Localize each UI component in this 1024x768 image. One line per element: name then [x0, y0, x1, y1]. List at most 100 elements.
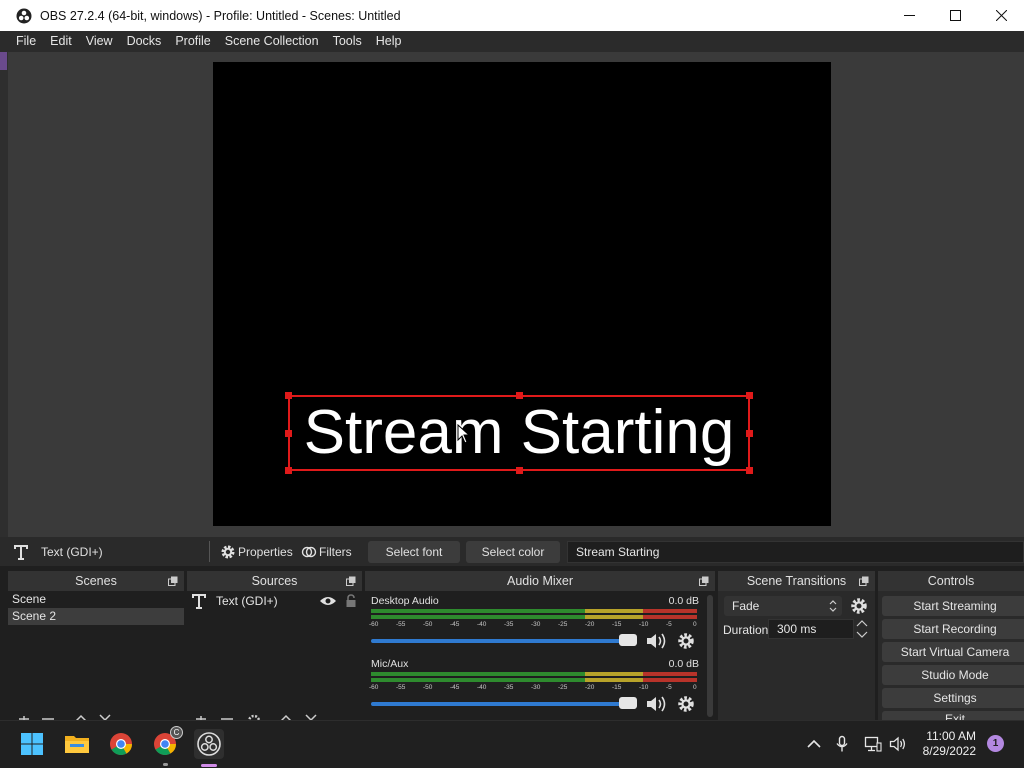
scene-item-scene[interactable]: Scene [8, 591, 184, 608]
sources-dock-header: Sources [187, 571, 362, 591]
tick: -50 [423, 684, 433, 691]
start-button[interactable] [17, 729, 47, 759]
mixer-channel-desktop-audio: Desktop Audio 0.0 dB -60 -55 -50 -45 -40… [369, 595, 705, 655]
settings-label: Settings [933, 691, 977, 705]
active-app-indicator [201, 764, 217, 767]
start-virtual-camera-label: Start Virtual Camera [900, 645, 1010, 659]
duration-input[interactable]: 300 ms [768, 619, 854, 639]
menu-docks[interactable]: Docks [120, 31, 169, 52]
menu-tools[interactable]: Tools [326, 31, 369, 52]
properties-button[interactable]: Properties [220, 540, 293, 563]
maximize-button[interactable] [932, 0, 978, 31]
tick: 0 [693, 684, 697, 691]
text-source-icon [14, 544, 28, 560]
chrome-profile-taskbar-button[interactable]: C [150, 726, 183, 766]
eye-visibility-icon[interactable] [319, 595, 337, 607]
volume-slider-handle[interactable] [619, 634, 637, 646]
system-clock[interactable]: 11:00 AM 8/29/2022 [923, 729, 976, 759]
menu-view[interactable]: View [79, 31, 120, 52]
undock-icon[interactable] [346, 576, 356, 586]
audio-mixer-dock-title: Audio Mixer [507, 574, 573, 588]
volume-slider[interactable] [371, 639, 633, 643]
undock-icon[interactable] [168, 576, 178, 586]
start-virtual-camera-button[interactable]: Start Virtual Camera [882, 642, 1024, 662]
resize-handle-top-left[interactable] [285, 392, 292, 399]
menu-help[interactable]: Help [369, 31, 409, 52]
menu-scene-collection[interactable]: Scene Collection [218, 31, 326, 52]
gear-icon[interactable] [677, 695, 695, 713]
transition-select[interactable]: Fade [724, 596, 842, 616]
windows-logo-icon [21, 733, 43, 755]
source-item-text-gdi[interactable]: Text (GDI+) [187, 591, 362, 610]
volume-slider[interactable] [371, 702, 633, 706]
resize-handle-top[interactable] [516, 392, 523, 399]
menu-file[interactable]: File [9, 31, 43, 52]
preview-canvas[interactable]: Stream Starting [213, 62, 831, 526]
select-color-button[interactable]: Select color [466, 541, 560, 563]
resize-handle-bottom-left[interactable] [285, 467, 292, 474]
mixer-scrollbar[interactable] [707, 595, 713, 717]
window-title: OBS 27.2.4 (64-bit, windows) - Profile: … [40, 8, 401, 23]
tick: 0 [693, 621, 697, 628]
preview-workspace: Stream Starting [0, 52, 1024, 537]
up-down-arrows-icon [829, 600, 837, 612]
duration-stepper-icon[interactable] [855, 618, 869, 640]
menu-edit[interactable]: Edit [43, 31, 79, 52]
windows-taskbar: C 11:00 AM 8/29/2022 [0, 720, 1024, 768]
start-streaming-button[interactable]: Start Streaming [882, 596, 1024, 616]
scenes-dock-header: Scenes [8, 571, 184, 591]
channel-db: 0.0 dB [668, 595, 699, 607]
studio-mode-button[interactable]: Studio Mode [882, 665, 1024, 685]
gear-icon [221, 545, 235, 558]
settings-button[interactable]: Settings [882, 688, 1024, 708]
tick: -30 [531, 684, 541, 691]
channel-name: Desktop Audio [371, 595, 439, 607]
menu-profile[interactable]: Profile [168, 31, 217, 52]
channel-db: 0.0 dB [668, 658, 699, 670]
speaker-icon[interactable] [889, 735, 907, 753]
chrome-icon [110, 733, 132, 755]
left-strip [0, 52, 8, 537]
filters-icon [301, 546, 317, 557]
resize-handle-bottom[interactable] [516, 467, 523, 474]
start-recording-button[interactable]: Start Recording [882, 619, 1024, 639]
volume-meter-bottom [371, 615, 697, 619]
filters-button[interactable]: Filters [301, 540, 352, 563]
notification-badge[interactable]: 1 [987, 735, 1004, 752]
chrome-taskbar-button[interactable] [106, 729, 136, 759]
file-explorer-taskbar-button[interactable] [62, 729, 92, 759]
microphone-icon[interactable] [833, 735, 851, 753]
show-hidden-icons-chevron-up-icon[interactable] [805, 735, 823, 753]
resize-handle-bottom-right[interactable] [746, 467, 753, 474]
minimize-button[interactable] [886, 0, 932, 31]
volume-slider-handle[interactable] [619, 697, 637, 709]
obs-taskbar-button[interactable] [194, 729, 224, 767]
audio-mixer-dock: Audio Mixer Desktop Audio 0.0 dB -60 -55… [365, 571, 715, 721]
undock-icon[interactable] [859, 576, 869, 586]
source-text-input[interactable]: Stream Starting [567, 541, 1024, 563]
select-font-button[interactable]: Select font [368, 541, 460, 563]
speaker-volume-icon[interactable] [645, 631, 669, 651]
speaker-volume-icon[interactable] [645, 694, 669, 714]
scenes-dock-title: Scenes [75, 574, 117, 588]
scene-transitions-body: Fade Duration 300 ms [718, 591, 875, 721]
resize-handle-left[interactable] [285, 430, 292, 437]
transition-gear-icon[interactable] [850, 597, 868, 615]
meter-ticks: -60 -55 -50 -45 -40 -35 -30 -25 -20 -15 … [369, 621, 699, 631]
scene-transitions-dock: Scene Transitions Fade Duration 300 ms [718, 571, 875, 721]
resize-handle-right[interactable] [746, 430, 753, 437]
scenes-dock: Scenes Scene Scene 2 [8, 571, 184, 721]
scene-item-scene-2[interactable]: Scene 2 [8, 608, 184, 625]
transition-value: Fade [732, 599, 760, 613]
close-button[interactable] [978, 0, 1024, 31]
tick: -10 [639, 684, 649, 691]
resize-handle-top-right[interactable] [746, 392, 753, 399]
undock-icon[interactable] [699, 576, 709, 586]
gear-icon[interactable] [677, 632, 695, 650]
network-icon[interactable] [864, 735, 882, 753]
lock-icon[interactable] [345, 594, 357, 608]
running-indicator [163, 763, 168, 766]
text-source-bounding-box[interactable]: Stream Starting [285, 392, 753, 474]
tick: -15 [612, 684, 622, 691]
tick: -20 [585, 684, 595, 691]
